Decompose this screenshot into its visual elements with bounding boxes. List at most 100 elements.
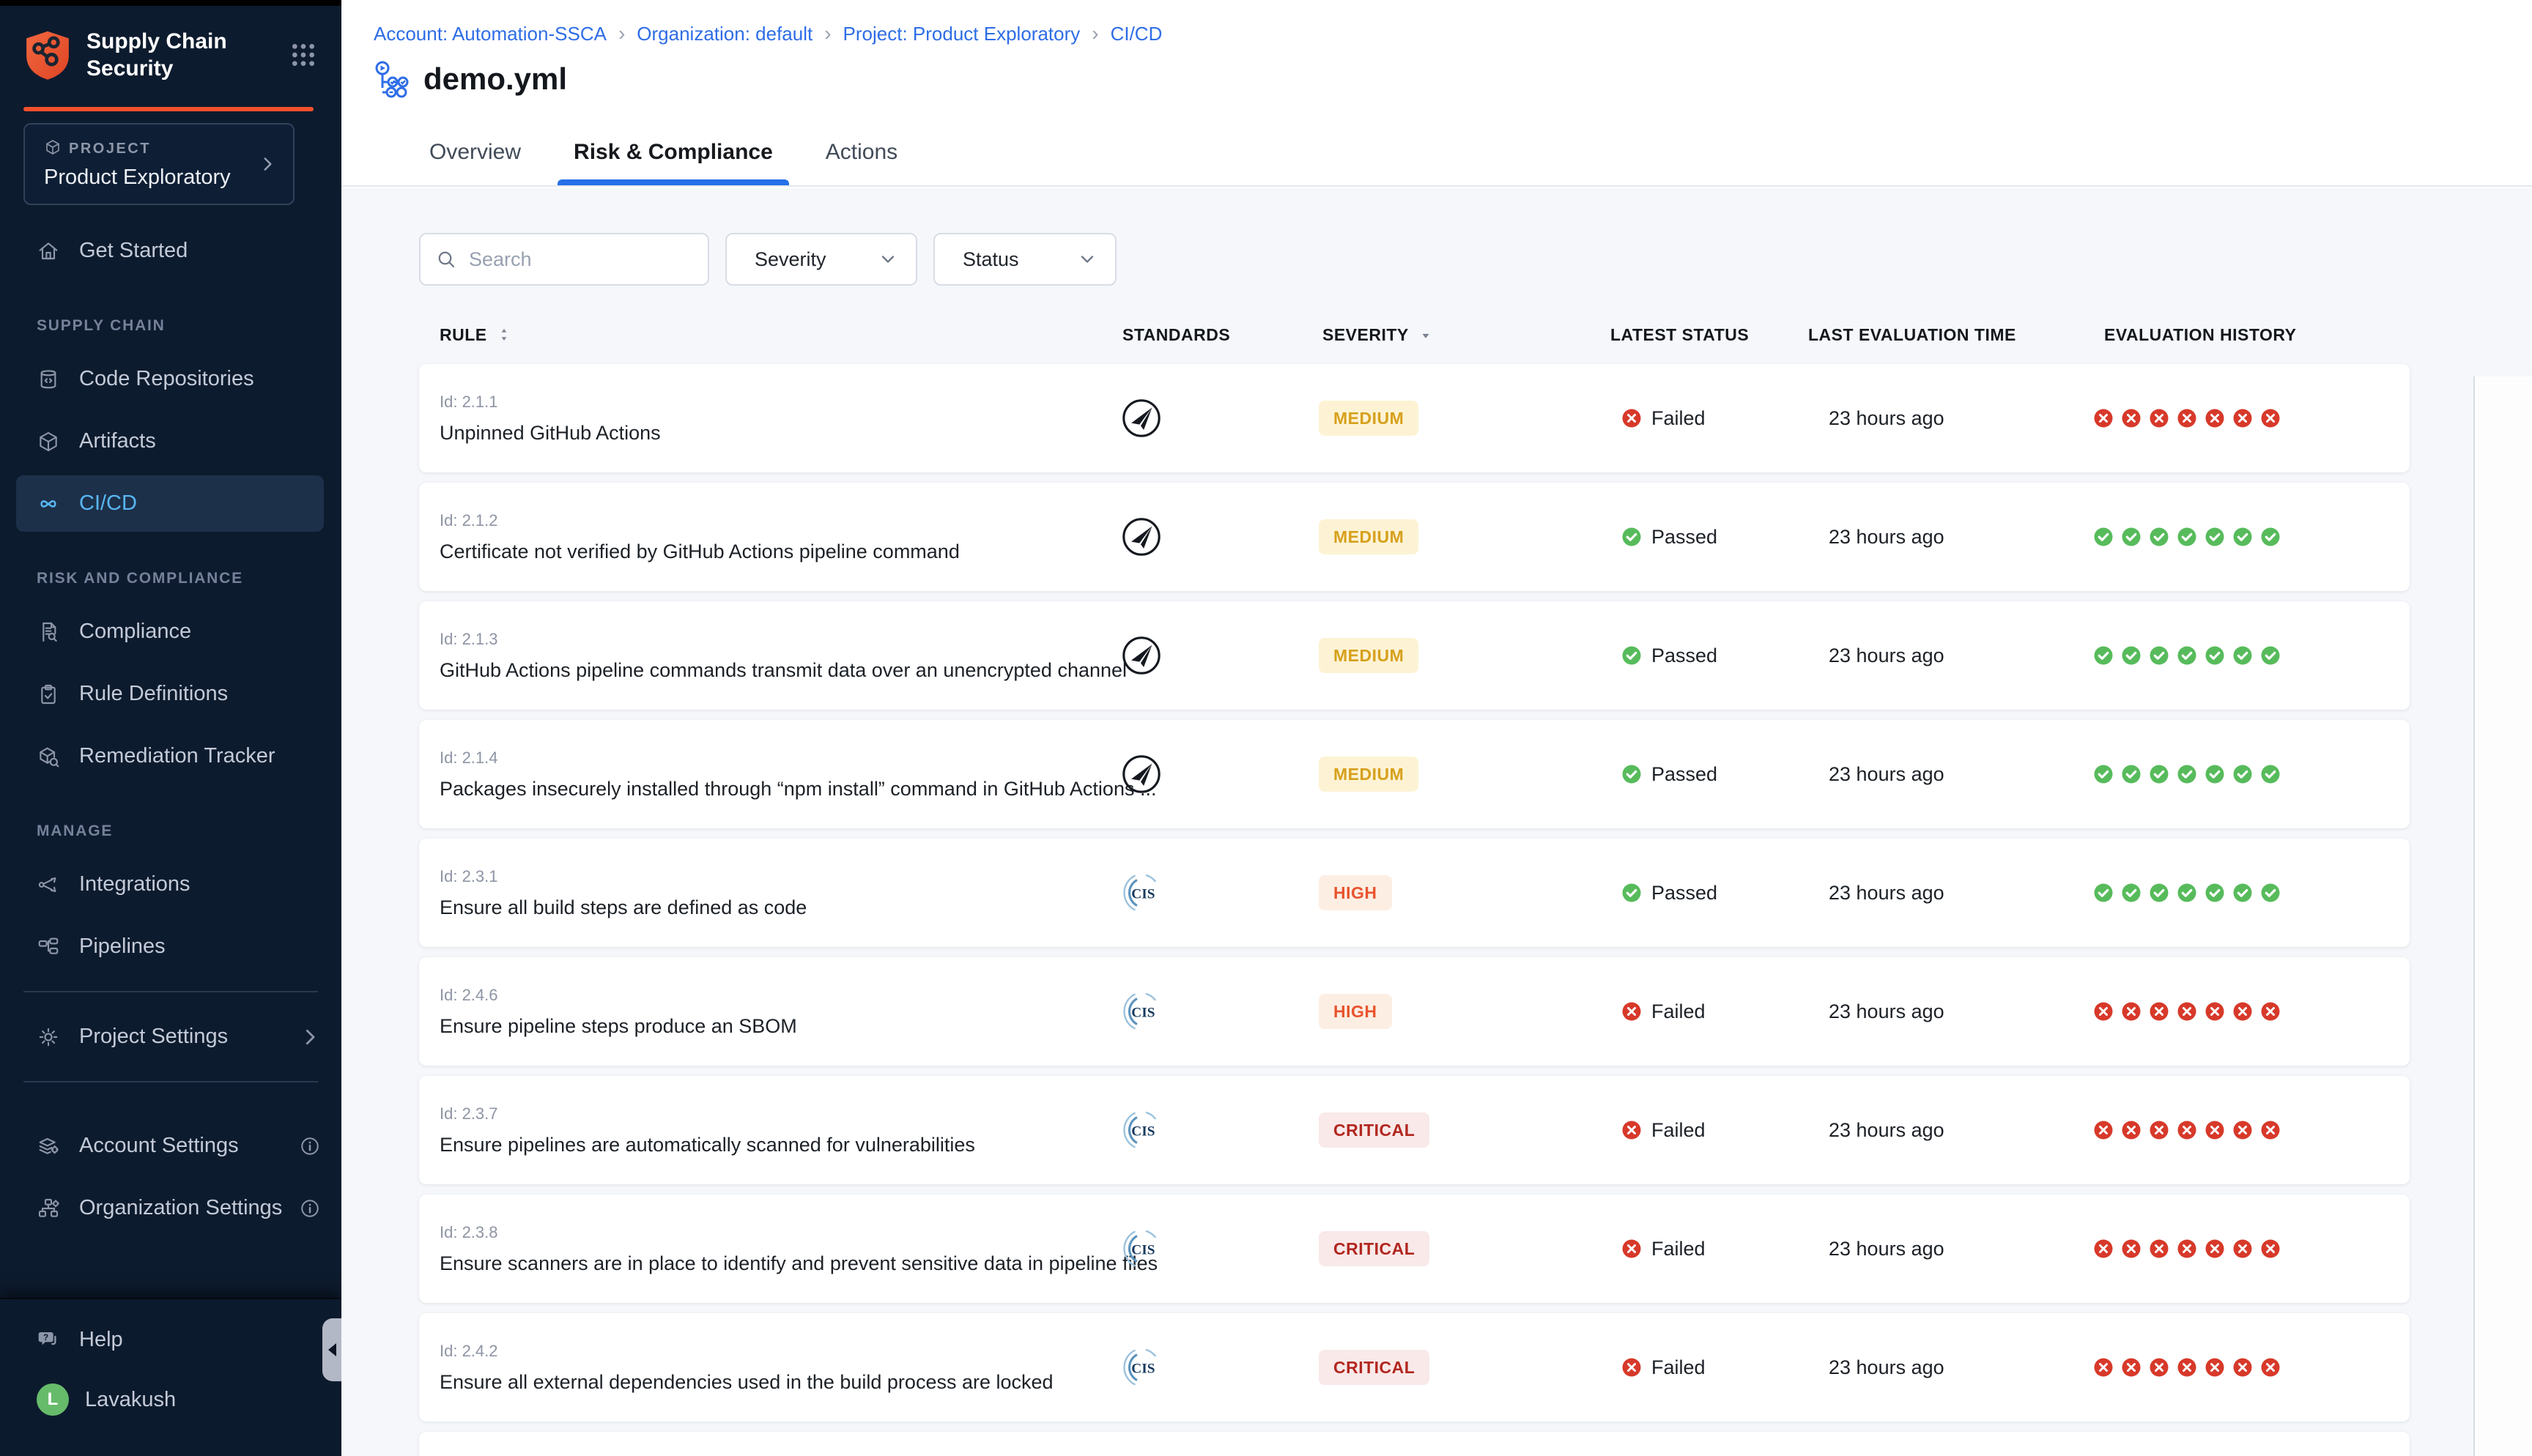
severity-badge: CRITICAL [1319,1231,1429,1266]
project-selector[interactable]: PROJECT Product Exploratory [23,123,295,205]
table-row[interactable]: Id: 2.4.2 Ensure all external dependenci… [419,1313,2410,1422]
tab-risk-compliance[interactable]: Risk & Compliance [568,140,779,185]
status-filter[interactable]: Status [933,233,1117,286]
search-input[interactable] [469,248,693,271]
table-row[interactable]: Id: 2.1.4 Packages insecurely installed … [419,720,2410,828]
table-row[interactable]: Id: 2.1.3 GitHub Actions pipeline comman… [419,601,2410,710]
app-title: Supply Chain Security [86,28,255,82]
latest-status: Passed [1621,720,1717,828]
history-fail-icon [2148,1119,2170,1141]
table-row[interactable]: Id: 2.3.1 Ensure all build steps are def… [419,839,2410,947]
history-pass-icon [2232,763,2254,785]
history-fail-icon [2176,1000,2198,1022]
column-header-rule[interactable]: RULE [440,319,514,351]
column-header-label: LATEST STATUS [1610,325,1749,345]
failed-icon [1621,1119,1643,1141]
project-name: Product Exploratory [44,166,258,190]
table-row[interactable]: Id: 2.4.6 Ensure pipeline steps produce … [419,957,2410,1066]
sidebar-item-compliance[interactable]: Compliance [0,601,341,663]
history-pass-icon [2176,645,2198,666]
history-pass-icon [2092,645,2114,666]
owasp-cicd-icon [1108,720,1174,828]
breadcrumb-link[interactable]: CI/CD [1111,23,1163,45]
sidebar-item-project-settings[interactable]: Project Settings [0,1006,341,1068]
history-fail-icon [2148,1238,2170,1260]
sidebar-item-artifacts[interactable]: Artifacts [0,410,341,472]
breadcrumb-link[interactable]: Organization: default [637,23,812,45]
severity-filter[interactable]: Severity [725,233,917,286]
evaluation-time: 23 hours ago [1829,364,1944,472]
sidebar-item-pipelines[interactable]: Pipelines [0,915,341,978]
sidebar-item-label: Compliance [79,620,191,644]
sidebar-item-help[interactable]: ? Help [0,1310,341,1370]
latest-status: Passed [1621,601,1717,710]
history-pass-icon [2232,526,2254,548]
sidebar-item-user[interactable]: L Lavakush [0,1370,341,1430]
history-pass-icon [2259,526,2281,548]
sidebar: Supply Chain Security PROJECT Product Ex… [0,0,341,1456]
sort-desc-icon [1416,325,1435,344]
user-name: Lavakush [85,1388,176,1412]
table-row[interactable]: Id: 3.1.7 CIS CRITICAL Failed 23 hours a… [419,1432,2410,1456]
search-box[interactable] [419,233,709,286]
sidebar-item-get-started[interactable]: Get Started [0,220,341,282]
history-pass-icon [2204,763,2226,785]
history-fail-icon [2232,1238,2254,1260]
sidebar-item-label: Get Started [79,239,188,263]
history-fail-icon [2120,1238,2142,1260]
status-text: Passed [1651,645,1717,667]
history-fail-icon [2204,1238,2226,1260]
history-pass-icon [2176,526,2198,548]
sidebar-item-rule-definitions[interactable]: Rule Definitions [0,663,341,725]
tab-actions[interactable]: Actions [820,140,903,185]
severity-badge: HIGH [1319,994,1392,1029]
rule-id: Id: 2.1.3 [440,630,498,649]
collapse-arrow-icon [328,1343,336,1356]
rules-table: Id: 2.1.1 Unpinned GitHub Actions MEDIUM… [419,364,2410,1456]
history-fail-icon [2204,407,2226,429]
severity-badge: CRITICAL [1319,1113,1429,1148]
sidebar-item-organization-settings[interactable]: Organization Settings [0,1177,341,1239]
table-row[interactable]: Id: 2.3.8 Ensure scanners are in place t… [419,1195,2410,1303]
evaluation-time: 23 hours ago [1829,1432,1944,1456]
history-pass-icon [2148,645,2170,666]
passed-icon [1621,763,1643,785]
table-row[interactable]: Id: 2.3.7 Ensure pipelines are automatic… [419,1076,2410,1184]
sidebar-item-ci-cd[interactable]: CI/CD [0,472,341,535]
history-pass-icon [2092,882,2114,904]
sidebar-item-remediation-tracker[interactable]: Remediation Tracker [0,725,341,787]
breadcrumb-link[interactable]: Account: Automation-SSCA [374,23,607,45]
integrations-icon [37,873,60,896]
rule-id: Id: 2.3.8 [440,1223,498,1242]
tab-overview[interactable]: Overview [423,140,527,185]
rule-id: Id: 2.3.7 [440,1104,498,1123]
history-fail-icon [2120,1356,2142,1378]
history-fail-icon [2148,1356,2170,1378]
svg-text:CIS: CIS [1131,1123,1155,1139]
sidebar-item-integrations[interactable]: Integrations [0,853,341,915]
latest-status: Failed [1621,1313,1706,1422]
history-pass-icon [2120,645,2142,666]
history-fail-icon [2176,1356,2198,1378]
status-text: Passed [1651,526,1717,549]
cis-icon: CIS [1108,1195,1174,1303]
apps-grid-icon[interactable] [289,40,318,70]
table-row[interactable]: Id: 2.1.1 Unpinned GitHub Actions MEDIUM… [419,364,2410,472]
evaluation-history [2092,839,2281,947]
nav-section-heading: MANAGE [0,787,341,853]
sidebar-item-label: Rule Definitions [79,682,228,706]
sidebar-item-code-repositories[interactable]: Code Repositories [0,348,341,410]
rule-title: Ensure scanners are in place to identify… [440,1252,1158,1275]
history-pass-icon [2092,526,2114,548]
history-fail-icon [2204,1000,2226,1022]
table-row[interactable]: Id: 2.1.2 Certificate not verified by Gi… [419,483,2410,591]
sidebar-collapse-handle[interactable] [322,1318,341,1381]
failed-icon [1621,1000,1643,1022]
evaluation-time: 23 hours ago [1829,1195,1944,1303]
evaluation-time: 23 hours ago [1829,957,1944,1066]
sidebar-item-account-settings[interactable]: Account Settings [0,1115,341,1177]
severity-filter-label: Severity [755,248,826,271]
breadcrumb-link[interactable]: Project: Product Exploratory [843,23,1081,45]
severity-badge: CRITICAL [1319,1350,1429,1385]
column-header-severity[interactable]: SEVERITY [1322,319,1435,351]
